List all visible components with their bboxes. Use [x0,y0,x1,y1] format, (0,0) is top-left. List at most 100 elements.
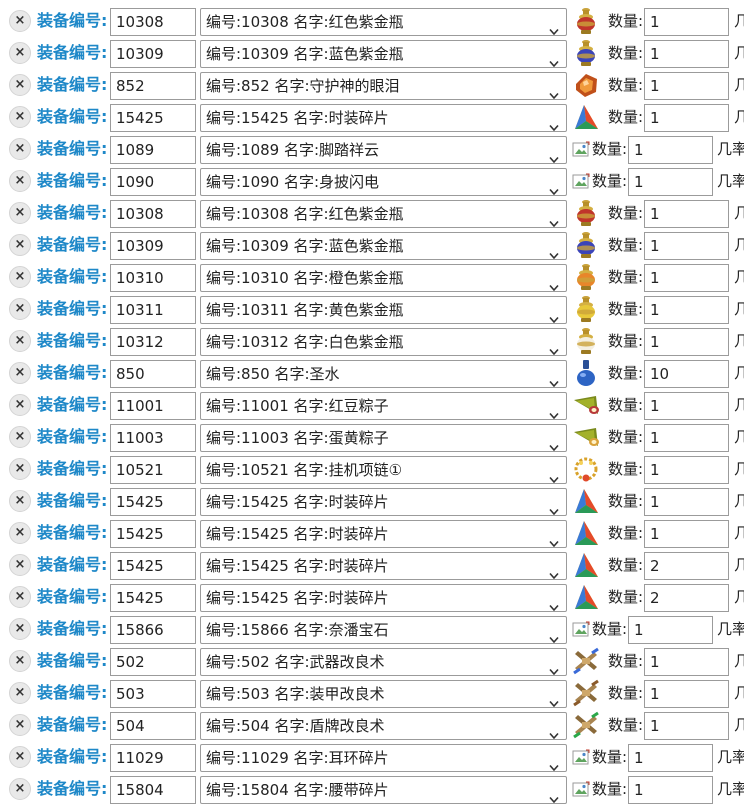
equip-select[interactable]: 编号:10311 名字:黄色紫金瓶 [200,296,567,324]
qty-input[interactable]: 1 [644,104,729,132]
equip-id-input[interactable]: 10309 [110,232,196,260]
equip-id-input[interactable]: 504 [110,712,196,740]
qty-input[interactable]: 1 [628,744,713,772]
qty-input[interactable]: 1 [644,392,729,420]
equip-id-input[interactable]: 852 [110,72,196,100]
delete-row-button[interactable]: × [9,42,31,64]
equip-select[interactable]: 编号:1089 名字:脚踏祥云 [200,136,567,164]
delete-row-button[interactable]: × [9,202,31,224]
equip-id-input[interactable]: 15425 [110,488,196,516]
qty-input[interactable]: 1 [644,8,729,36]
delete-row-button[interactable]: × [9,586,31,608]
qty-input[interactable]: 1 [628,616,713,644]
delete-row-button[interactable]: × [9,490,31,512]
equip-id-input[interactable]: 10308 [110,8,196,36]
qty-input[interactable]: 1 [644,40,729,68]
equip-select[interactable]: 编号:1090 名字:身披闪电 [200,168,567,196]
equip-select[interactable]: 编号:10521 名字:挂机项链① [200,456,567,484]
qty-input[interactable]: 1 [644,520,729,548]
equip-id-input[interactable]: 10521 [110,456,196,484]
delete-row-button[interactable]: × [9,234,31,256]
equip-id-input[interactable]: 15425 [110,104,196,132]
qty-input[interactable]: 1 [644,424,729,452]
delete-row-button[interactable]: × [9,170,31,192]
equip-id-input[interactable]: 850 [110,360,196,388]
equip-id-input[interactable]: 15425 [110,552,196,580]
qty-input[interactable]: 1 [644,456,729,484]
equip-id-input[interactable]: 15866 [110,616,196,644]
qty-input[interactable]: 1 [644,648,729,676]
delete-row-button[interactable]: × [9,714,31,736]
delete-row-button[interactable]: × [9,458,31,480]
delete-row-button[interactable]: × [9,554,31,576]
equip-id-input[interactable]: 10310 [110,264,196,292]
delete-row-button[interactable]: × [9,426,31,448]
qty-input[interactable]: 1 [644,296,729,324]
delete-row-button[interactable]: × [9,746,31,768]
equip-select[interactable]: 编号:15425 名字:时装碎片 [200,488,567,516]
equip-select[interactable]: 编号:11001 名字:红豆粽子 [200,392,567,420]
delete-row-button[interactable]: × [9,330,31,352]
qty-input[interactable]: 1 [644,488,729,516]
equip-select[interactable]: 编号:850 名字:圣水 [200,360,567,388]
equip-id-input[interactable]: 10312 [110,328,196,356]
delete-row-button[interactable]: × [9,682,31,704]
equip-select[interactable]: 编号:503 名字:装甲改良术 [200,680,567,708]
equip-select[interactable]: 编号:15804 名字:腰带碎片 [200,776,567,804]
equip-id-input[interactable]: 11029 [110,744,196,772]
equip-select[interactable]: 编号:502 名字:武器改良术 [200,648,567,676]
qty-input[interactable]: 2 [644,584,729,612]
equip-id-input[interactable]: 15425 [110,584,196,612]
equip-id-input[interactable]: 11003 [110,424,196,452]
delete-row-button[interactable]: × [9,298,31,320]
equip-id-input[interactable]: 15425 [110,520,196,548]
equip-select[interactable]: 编号:504 名字:盾牌改良术 [200,712,567,740]
equip-id-input[interactable]: 11001 [110,392,196,420]
qty-input[interactable]: 1 [644,680,729,708]
qty-input[interactable]: 1 [628,168,713,196]
qty-input[interactable]: 1 [644,232,729,260]
qty-input[interactable]: 1 [644,712,729,740]
equip-id-input[interactable]: 10311 [110,296,196,324]
equip-select[interactable]: 编号:10309 名字:蓝色紫金瓶 [200,232,567,260]
delete-row-button[interactable]: × [9,394,31,416]
equip-select[interactable]: 编号:10308 名字:红色紫金瓶 [200,200,567,228]
equip-select[interactable]: 编号:15425 名字:时装碎片 [200,584,567,612]
qty-input[interactable]: 1 [644,264,729,292]
equip-id-input[interactable]: 503 [110,680,196,708]
delete-row-button[interactable]: × [9,618,31,640]
qty-input[interactable]: 2 [644,552,729,580]
equip-id-input[interactable]: 15804 [110,776,196,804]
delete-row-button[interactable]: × [9,266,31,288]
equip-id-input[interactable]: 502 [110,648,196,676]
equip-select[interactable]: 编号:11029 名字:耳环碎片 [200,744,567,772]
equip-id-input[interactable]: 1089 [110,136,196,164]
equip-select[interactable]: 编号:11003 名字:蛋黄粽子 [200,424,567,452]
equip-select[interactable]: 编号:10309 名字:蓝色紫金瓶 [200,40,567,68]
equip-select[interactable]: 编号:15425 名字:时装碎片 [200,104,567,132]
delete-row-button[interactable]: × [9,138,31,160]
delete-row-button[interactable]: × [9,778,31,800]
qty-input[interactable]: 10 [644,360,729,388]
delete-row-button[interactable]: × [9,362,31,384]
equip-id-input[interactable]: 10309 [110,40,196,68]
equip-select[interactable]: 编号:852 名字:守护神的眼泪 [200,72,567,100]
equip-select[interactable]: 编号:10310 名字:橙色紫金瓶 [200,264,567,292]
equip-select[interactable]: 编号:10308 名字:红色紫金瓶 [200,8,567,36]
qty-input[interactable]: 1 [644,328,729,356]
qty-input[interactable]: 1 [628,776,713,804]
equip-select[interactable]: 编号:15425 名字:时装碎片 [200,552,567,580]
equip-id-input[interactable]: 10308 [110,200,196,228]
delete-row-button[interactable]: × [9,106,31,128]
qty-input[interactable]: 1 [644,72,729,100]
qty-input[interactable]: 1 [628,136,713,164]
equip-select[interactable]: 编号:10312 名字:白色紫金瓶 [200,328,567,356]
equip-select[interactable]: 编号:15866 名字:奈潘宝石 [200,616,567,644]
equip-select[interactable]: 编号:15425 名字:时装碎片 [200,520,567,548]
qty-input[interactable]: 1 [644,200,729,228]
equip-id-input[interactable]: 1090 [110,168,196,196]
delete-row-button[interactable]: × [9,522,31,544]
delete-row-button[interactable]: × [9,74,31,96]
delete-row-button[interactable]: × [9,10,31,32]
delete-row-button[interactable]: × [9,650,31,672]
